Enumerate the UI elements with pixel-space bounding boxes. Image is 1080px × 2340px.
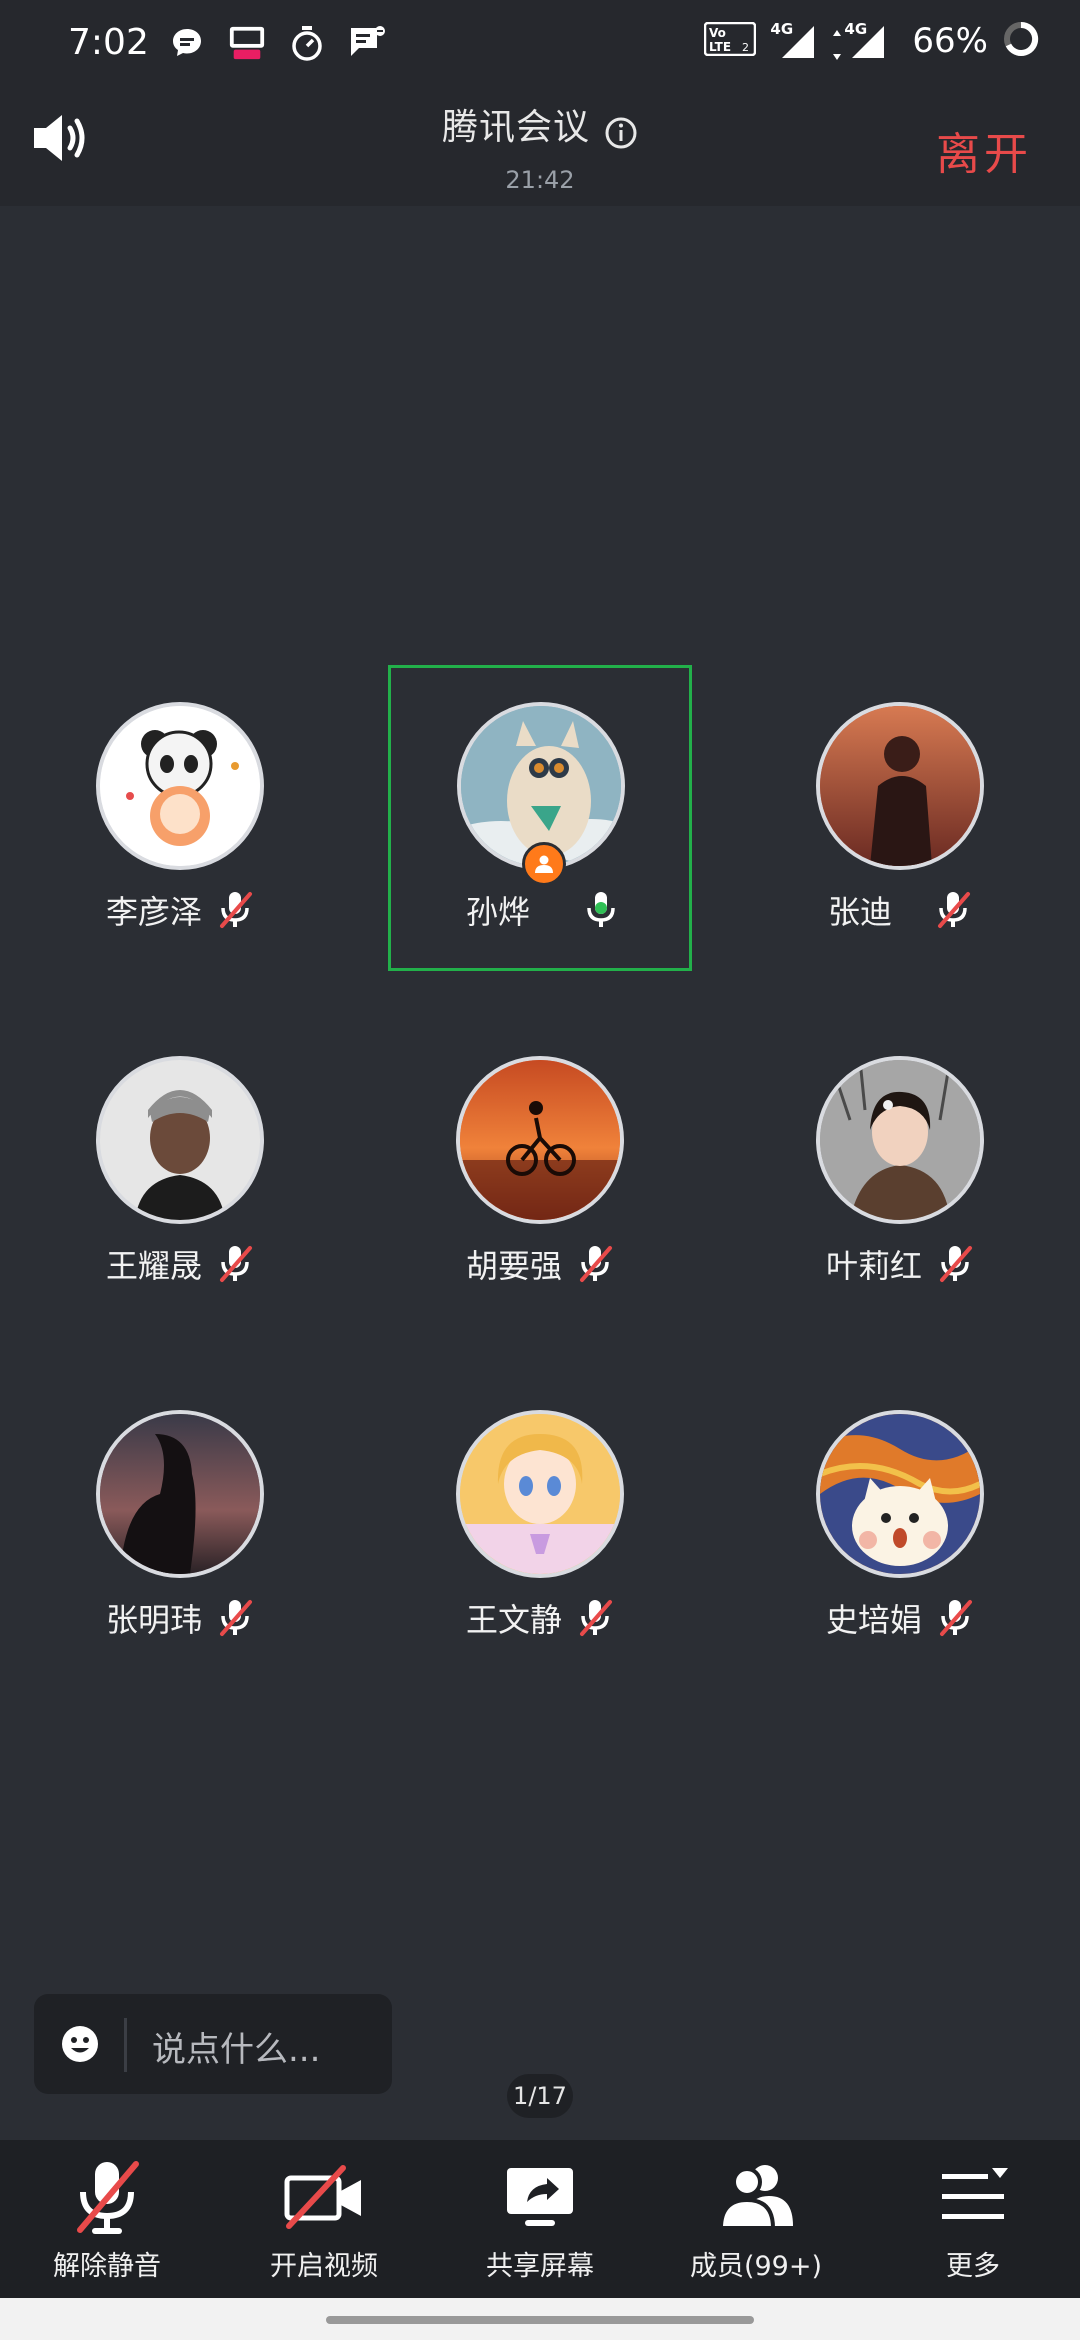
- gesture-nav-bar: [0, 2298, 1080, 2340]
- emoji-icon[interactable]: [60, 2024, 100, 2068]
- unmute-button[interactable]: 解除静音: [17, 2140, 197, 2298]
- panda-sticker-avatar: [96, 702, 264, 870]
- participant-name-row: 李彦泽: [28, 887, 332, 933]
- participant-name: 王文静: [465, 1601, 562, 1639]
- video-off-icon: [283, 2156, 365, 2238]
- mic-muted-icon: [66, 2156, 148, 2238]
- signal-4g-icon: 4G: [832, 20, 888, 60]
- share-screen-icon: [499, 2156, 581, 2238]
- toolbar-label: 更多: [946, 2251, 1000, 2282]
- members-button[interactable]: 成员(99+): [666, 2140, 846, 2298]
- host-badge-icon: [522, 842, 566, 886]
- mic-muted-icon: [936, 1244, 974, 1284]
- participant-name-row: 王文静: [388, 1595, 692, 1641]
- participant-tile[interactable]: 史培娟: [748, 1373, 1052, 1679]
- signal-4g-icon: 4G: [770, 20, 818, 60]
- mic-muted-icon: [576, 1244, 614, 1284]
- participant-name: 张迪: [827, 893, 892, 931]
- mic-muted-icon: [934, 890, 972, 930]
- participant-tile[interactable]: 张明玮: [28, 1373, 332, 1679]
- participant-name-row: 史培娟: [748, 1595, 1052, 1641]
- participant-name-row: 张明玮: [28, 1595, 332, 1641]
- participant-name: 史培娟: [825, 1601, 922, 1639]
- silhouette-dusk-avatar: [96, 1410, 264, 1578]
- start-video-button[interactable]: 开启视频: [234, 2140, 414, 2298]
- bottom-toolbar: 解除静音 开启视频 共享屏幕 成员(99+) 更多: [0, 2140, 1080, 2298]
- message-icon: [348, 24, 386, 62]
- timer-icon: [288, 24, 326, 62]
- chat-placeholder: 说点什么...: [152, 2030, 321, 2070]
- page-indicator: 1/17: [507, 2074, 573, 2118]
- toolbar-label: 成员(99+): [689, 2251, 823, 2282]
- participant-name: 王耀晟: [105, 1247, 202, 1285]
- participant-name: 张明玮: [105, 1601, 202, 1639]
- chat-input[interactable]: 说点什么...: [34, 1994, 392, 2094]
- sunset-portrait-avatar: [816, 702, 984, 870]
- participant-name-row: 叶莉红: [748, 1241, 1052, 1287]
- status-bar: 7:02 Vo LTE 2 4G 4G 66%: [0, 0, 1080, 88]
- participant-name-row: 张迪: [748, 887, 1052, 933]
- leave-button[interactable]: 离开: [936, 118, 1032, 182]
- meeting-duration: 21:42: [505, 165, 575, 194]
- girl-tree-avatar: [816, 1056, 984, 1224]
- svg-text:Vo: Vo: [709, 26, 726, 40]
- participant-tile[interactable]: 李彦泽: [28, 665, 332, 971]
- status-right: Vo LTE 2 4G 4G 66%: [704, 20, 1040, 62]
- mic-muted-icon: [936, 1598, 974, 1638]
- participant-name-row: 孙烨: [391, 887, 695, 933]
- participant-name-row: 胡要强: [388, 1241, 692, 1287]
- participant-tile[interactable]: 张迪: [748, 665, 1052, 971]
- meeting-title: 腾讯会议: [441, 107, 590, 148]
- more-menu-icon: [932, 2156, 1014, 2238]
- mic-muted-icon: [216, 1244, 254, 1284]
- info-icon[interactable]: [604, 116, 638, 154]
- home-indicator[interactable]: [326, 2316, 754, 2324]
- chat-divider: [124, 2018, 127, 2072]
- participant-tile-speaking[interactable]: 孙烨: [388, 665, 692, 971]
- meeting-header: 腾讯会议 21:42 离开: [0, 88, 1080, 206]
- members-icon: [715, 2156, 797, 2238]
- participant-tile[interactable]: 王文静: [388, 1373, 692, 1679]
- toolbar-label: 开启视频: [270, 2251, 378, 2282]
- participant-name: 孙烨: [465, 893, 530, 931]
- app-badge-icon: [228, 24, 266, 62]
- participant-grid: 李彦泽 孙烨 张迪 王耀晟 胡要强 叶莉红 张明玮 王文静 史培娟: [0, 665, 1080, 1665]
- battery-ring-icon: [1002, 20, 1040, 62]
- anime-girl-avatar: [456, 1410, 624, 1578]
- status-time: 7:02: [68, 22, 149, 63]
- meeting-title-block: 腾讯会议 21:42: [0, 98, 1080, 194]
- volte-icon: Vo LTE 2: [704, 21, 757, 60]
- participant-name: 胡要强: [465, 1247, 562, 1285]
- toolbar-label: 解除静音: [53, 2251, 161, 2282]
- mic-muted-icon: [576, 1598, 614, 1638]
- man-beanie-avatar: [96, 1056, 264, 1224]
- cyclist-sunset-avatar: [456, 1056, 624, 1224]
- svg-text:2: 2: [742, 41, 749, 54]
- participant-name-row: 王耀晟: [28, 1241, 332, 1287]
- chat-bubble-icon: [168, 24, 206, 62]
- share-screen-button[interactable]: 共享屏幕: [450, 2140, 630, 2298]
- participant-tile[interactable]: 王耀晟: [28, 1019, 332, 1325]
- more-button[interactable]: 更多: [883, 2140, 1063, 2298]
- svg-text:LTE: LTE: [709, 40, 731, 54]
- mic-active-icon: [582, 890, 620, 930]
- toolbar-label: 共享屏幕: [486, 2251, 594, 2282]
- participant-tile[interactable]: 叶莉红: [748, 1019, 1052, 1325]
- participant-tile[interactable]: 胡要强: [388, 1019, 692, 1325]
- participant-name: 叶莉红: [825, 1247, 922, 1285]
- mic-muted-icon: [216, 1598, 254, 1638]
- battery-percent: 66%: [912, 21, 988, 61]
- participant-name: 李彦泽: [105, 893, 202, 931]
- notification-icons: [168, 24, 386, 62]
- mic-muted-icon: [216, 890, 254, 930]
- scream-cat-avatar: [816, 1410, 984, 1578]
